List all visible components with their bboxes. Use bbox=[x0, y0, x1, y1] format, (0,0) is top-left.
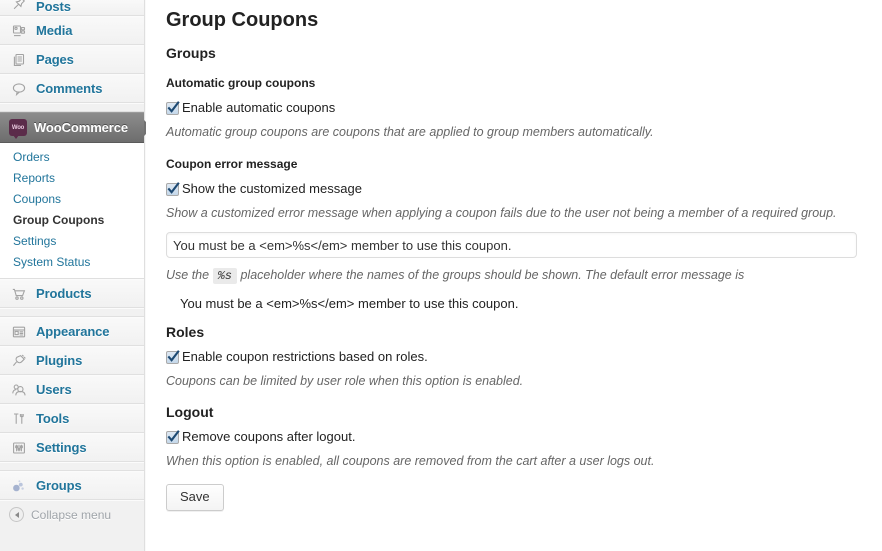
default-error-message: You must be a <em>%s</em> member to use … bbox=[180, 296, 519, 311]
subsection-title-coupon-error-message: Coupon error message bbox=[166, 157, 298, 171]
enable-role-restrictions-row[interactable]: Enable coupon restrictions based on role… bbox=[166, 345, 862, 368]
automatic-coupons-description: Automatic group coupons are coupons that… bbox=[166, 125, 654, 139]
collapse-menu-label: Collapse menu bbox=[31, 507, 112, 522]
coupon-error-message-description: Show a customized error message when app… bbox=[166, 206, 837, 220]
sidebar-item-appearance[interactable]: Appearance bbox=[0, 317, 144, 346]
settings-icon bbox=[9, 438, 29, 458]
appearance-icon bbox=[9, 322, 29, 342]
enable-automatic-coupons-label: Enable automatic coupons bbox=[182, 100, 336, 115]
pin-icon bbox=[9, 0, 29, 14]
show-customized-message-checkbox[interactable] bbox=[166, 181, 180, 196]
sidebar-item-label: Pages bbox=[36, 52, 74, 67]
sidebar-item-plugins[interactable]: Plugins bbox=[0, 346, 144, 375]
sidebar-separator bbox=[0, 462, 144, 471]
sidebar-item-woocommerce[interactable]: Woo WooCommerce bbox=[0, 112, 152, 143]
placeholder-hint-before: Use the bbox=[166, 268, 210, 282]
collapse-menu-button[interactable]: Collapse menu bbox=[0, 500, 144, 528]
comment-icon bbox=[9, 79, 29, 99]
tools-icon bbox=[9, 409, 29, 429]
sidebar-item-label: Tools bbox=[36, 411, 70, 426]
sidebar-item-users[interactable]: Users bbox=[0, 375, 144, 404]
sidebar-item-comments[interactable]: Comments bbox=[0, 74, 144, 103]
woocommerce-submenu: Orders Reports Coupons Group Coupons Set… bbox=[0, 143, 144, 279]
sidebar-item-tools[interactable]: Tools bbox=[0, 404, 144, 433]
coupon-error-message-input[interactable] bbox=[166, 232, 857, 258]
sidebar-item-groups[interactable]: Groups bbox=[0, 471, 144, 500]
sidebar-item-label: Comments bbox=[36, 81, 103, 96]
subsection-title-automatic-group-coupons: Automatic group coupons bbox=[166, 76, 316, 90]
sidebar-item-products[interactable]: Products bbox=[0, 279, 144, 308]
sidebar-item-label: Settings bbox=[36, 440, 87, 455]
media-icon bbox=[9, 21, 29, 41]
main-content: Group Coupons Groups Automatic group cou… bbox=[146, 0, 882, 551]
woocommerce-badge-text: Woo bbox=[11, 124, 25, 131]
sidebar-item-label: WooCommerce bbox=[34, 120, 129, 135]
sidebar-item-label: Plugins bbox=[36, 353, 83, 368]
admin-sidebar: Posts Media Pages Comments Woo WooCommer… bbox=[0, 0, 152, 551]
remove-coupons-after-logout-row[interactable]: Remove coupons after logout. bbox=[166, 425, 862, 448]
wordpress-admin-screen: Posts Media Pages Comments Woo WooCommer… bbox=[0, 0, 882, 551]
placeholder-code: %s bbox=[212, 268, 237, 284]
sidebar-item-settings[interactable]: Settings bbox=[0, 433, 144, 462]
logout-description: When this option is enabled, all coupons… bbox=[166, 454, 655, 468]
sidebar-item-label: Posts bbox=[36, 0, 71, 14]
sidebar-primary-menu: Posts Media Pages Comments Woo WooCommer… bbox=[0, 0, 152, 528]
section-title-roles: Roles bbox=[166, 324, 205, 340]
cart-icon bbox=[9, 284, 29, 304]
sidebar-subitem-group-coupons[interactable]: Group Coupons bbox=[0, 210, 144, 231]
show-customized-message-label: Show the customized message bbox=[182, 181, 362, 196]
show-customized-message-row[interactable]: Show the customized message bbox=[166, 177, 862, 200]
sidebar-subitem-system-status[interactable]: System Status bbox=[0, 252, 144, 273]
remove-coupons-after-logout-label: Remove coupons after logout. bbox=[182, 429, 356, 444]
sidebar-item-label: Users bbox=[36, 382, 72, 397]
placeholder-hint-after: placeholder where the names of the group… bbox=[240, 268, 745, 282]
sidebar-item-media[interactable]: Media bbox=[0, 16, 144, 45]
sidebar-item-label: Appearance bbox=[36, 324, 110, 339]
remove-coupons-after-logout-checkbox[interactable] bbox=[166, 429, 180, 444]
section-title-logout: Logout bbox=[166, 404, 214, 420]
collapse-arrow-icon bbox=[9, 507, 24, 522]
pages-icon bbox=[9, 50, 29, 70]
sidebar-separator bbox=[0, 103, 144, 112]
sidebar-separator bbox=[0, 308, 144, 317]
enable-automatic-coupons-row[interactable]: Enable automatic coupons bbox=[166, 96, 862, 119]
sidebar-subitem-coupons[interactable]: Coupons bbox=[0, 189, 144, 210]
placeholder-hint: Use the %s placeholder where the names o… bbox=[166, 262, 862, 291]
sidebar-item-pages[interactable]: Pages bbox=[0, 45, 144, 74]
save-button[interactable]: Save bbox=[166, 484, 224, 511]
sidebar-subitem-orders[interactable]: Orders bbox=[0, 147, 144, 168]
sidebar-item-label: Groups bbox=[36, 478, 82, 493]
users-icon bbox=[9, 380, 29, 400]
sidebar-subitem-settings[interactable]: Settings bbox=[0, 231, 144, 252]
sidebar-subitem-reports[interactable]: Reports bbox=[0, 168, 144, 189]
roles-description: Coupons can be limited by user role when… bbox=[166, 374, 524, 388]
groups-icon bbox=[9, 476, 29, 496]
plug-icon bbox=[9, 351, 29, 371]
enable-role-restrictions-label: Enable coupon restrictions based on role… bbox=[182, 349, 428, 364]
sidebar-item-posts[interactable]: Posts bbox=[0, 0, 144, 16]
section-title-groups: Groups bbox=[166, 45, 216, 61]
woocommerce-icon: Woo bbox=[9, 119, 27, 139]
enable-role-restrictions-checkbox[interactable] bbox=[166, 349, 180, 364]
sidebar-item-label: Products bbox=[36, 286, 92, 301]
sidebar-item-label: Media bbox=[36, 23, 73, 38]
enable-automatic-coupons-checkbox[interactable] bbox=[166, 100, 180, 115]
page-title: Group Coupons bbox=[166, 9, 319, 31]
